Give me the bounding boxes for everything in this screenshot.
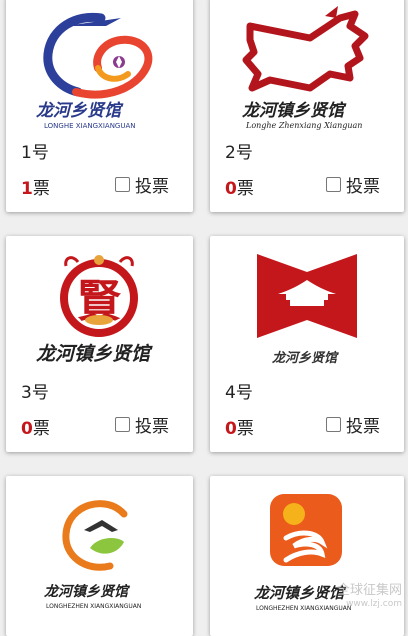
vote-count-value: 0 [225,419,237,439]
checkbox-icon[interactable] [115,417,130,432]
logo-2-subtitle: Longhe Zhenxiang Xianguan [245,121,362,130]
checkbox-icon[interactable] [115,177,130,192]
logo-2-title: 龙河镇乡贤馆 [242,101,347,121]
vote-count-unit: 票 [236,419,254,439]
vote-count: 0票 [21,414,50,439]
logo-5: 龙河镇乡贤馆 LONGHEZHEN XIANGXIANGUAN [6,476,193,620]
logo-1: 龙河乡贤馆 LONGHE XIANGXIANGUAN [6,0,193,140]
vote-count-value: 0 [225,179,237,199]
entry-card-5: 龙河镇乡贤馆 LONGHEZHEN XIANGXIANGUAN [6,476,193,636]
watermark-line2: www.lzj.com [346,599,402,609]
logo-6-title: 龙河镇乡贤馆 [254,584,347,602]
vote-count-unit: 票 [236,179,254,199]
entry-card-6: 龙河镇乡贤馆 LONGHEZHEN XIANGXIANGUAN [210,476,404,636]
entry-card-4: 龙河乡贤馆 4号 0票 投票 [210,236,404,452]
logo-1-subtitle: LONGHE XIANGXIANGUAN [44,122,136,130]
logo-5-subtitle: LONGHEZHEN XIANGXIANGUAN [46,603,141,610]
vote-checkbox[interactable]: 投票 [115,172,169,197]
vote-count-unit: 票 [32,419,50,439]
vote-count-value: 1 [21,179,33,199]
entry-number: 1号 [21,143,49,163]
watermark-line1: 全球征集网 [336,583,402,598]
vote-count-value: 0 [21,419,33,439]
vote-checkbox[interactable]: 投票 [326,172,380,197]
vote-count-unit: 票 [32,179,50,199]
vote-label: 投票 [135,417,169,437]
logo-4-title: 龙河乡贤馆 [271,350,339,366]
logo-1-title: 龙河乡贤馆 [36,101,124,121]
entry-card-1: 龙河乡贤馆 LONGHE XIANGXIANGUAN 1号 1票 投票 [6,0,193,212]
vote-label: 投票 [346,417,380,437]
entry-card-3: 賢 龙河镇乡贤馆 3号 0票 投票 [6,236,193,452]
watermark: 全球征集网 www.lzj.com [336,583,402,610]
logo-3: 賢 龙河镇乡贤馆 [6,236,193,380]
entry-card-2: 龙河镇乡贤馆 Longhe Zhenxiang Xianguan 2号 0票 投… [210,0,404,212]
logo-2: 龙河镇乡贤馆 Longhe Zhenxiang Xianguan [210,0,404,140]
vote-count: 0票 [225,174,254,199]
logo-4: 龙河乡贤馆 [210,236,404,380]
logo-3-title: 龙河镇乡贤馆 [36,343,153,365]
vote-label: 投票 [135,177,169,197]
checkbox-icon[interactable] [326,177,341,192]
logo-5-title: 龙河镇乡贤馆 [43,583,131,600]
vote-label: 投票 [346,177,380,197]
vote-count: 0票 [225,414,254,439]
entry-number: 4号 [225,383,253,403]
entry-number: 3号 [21,383,49,403]
vote-checkbox[interactable]: 投票 [326,412,380,437]
entry-number: 2号 [225,143,253,163]
vote-count: 1票 [21,174,50,199]
checkbox-icon[interactable] [326,417,341,432]
vote-checkbox[interactable]: 投票 [115,412,169,437]
